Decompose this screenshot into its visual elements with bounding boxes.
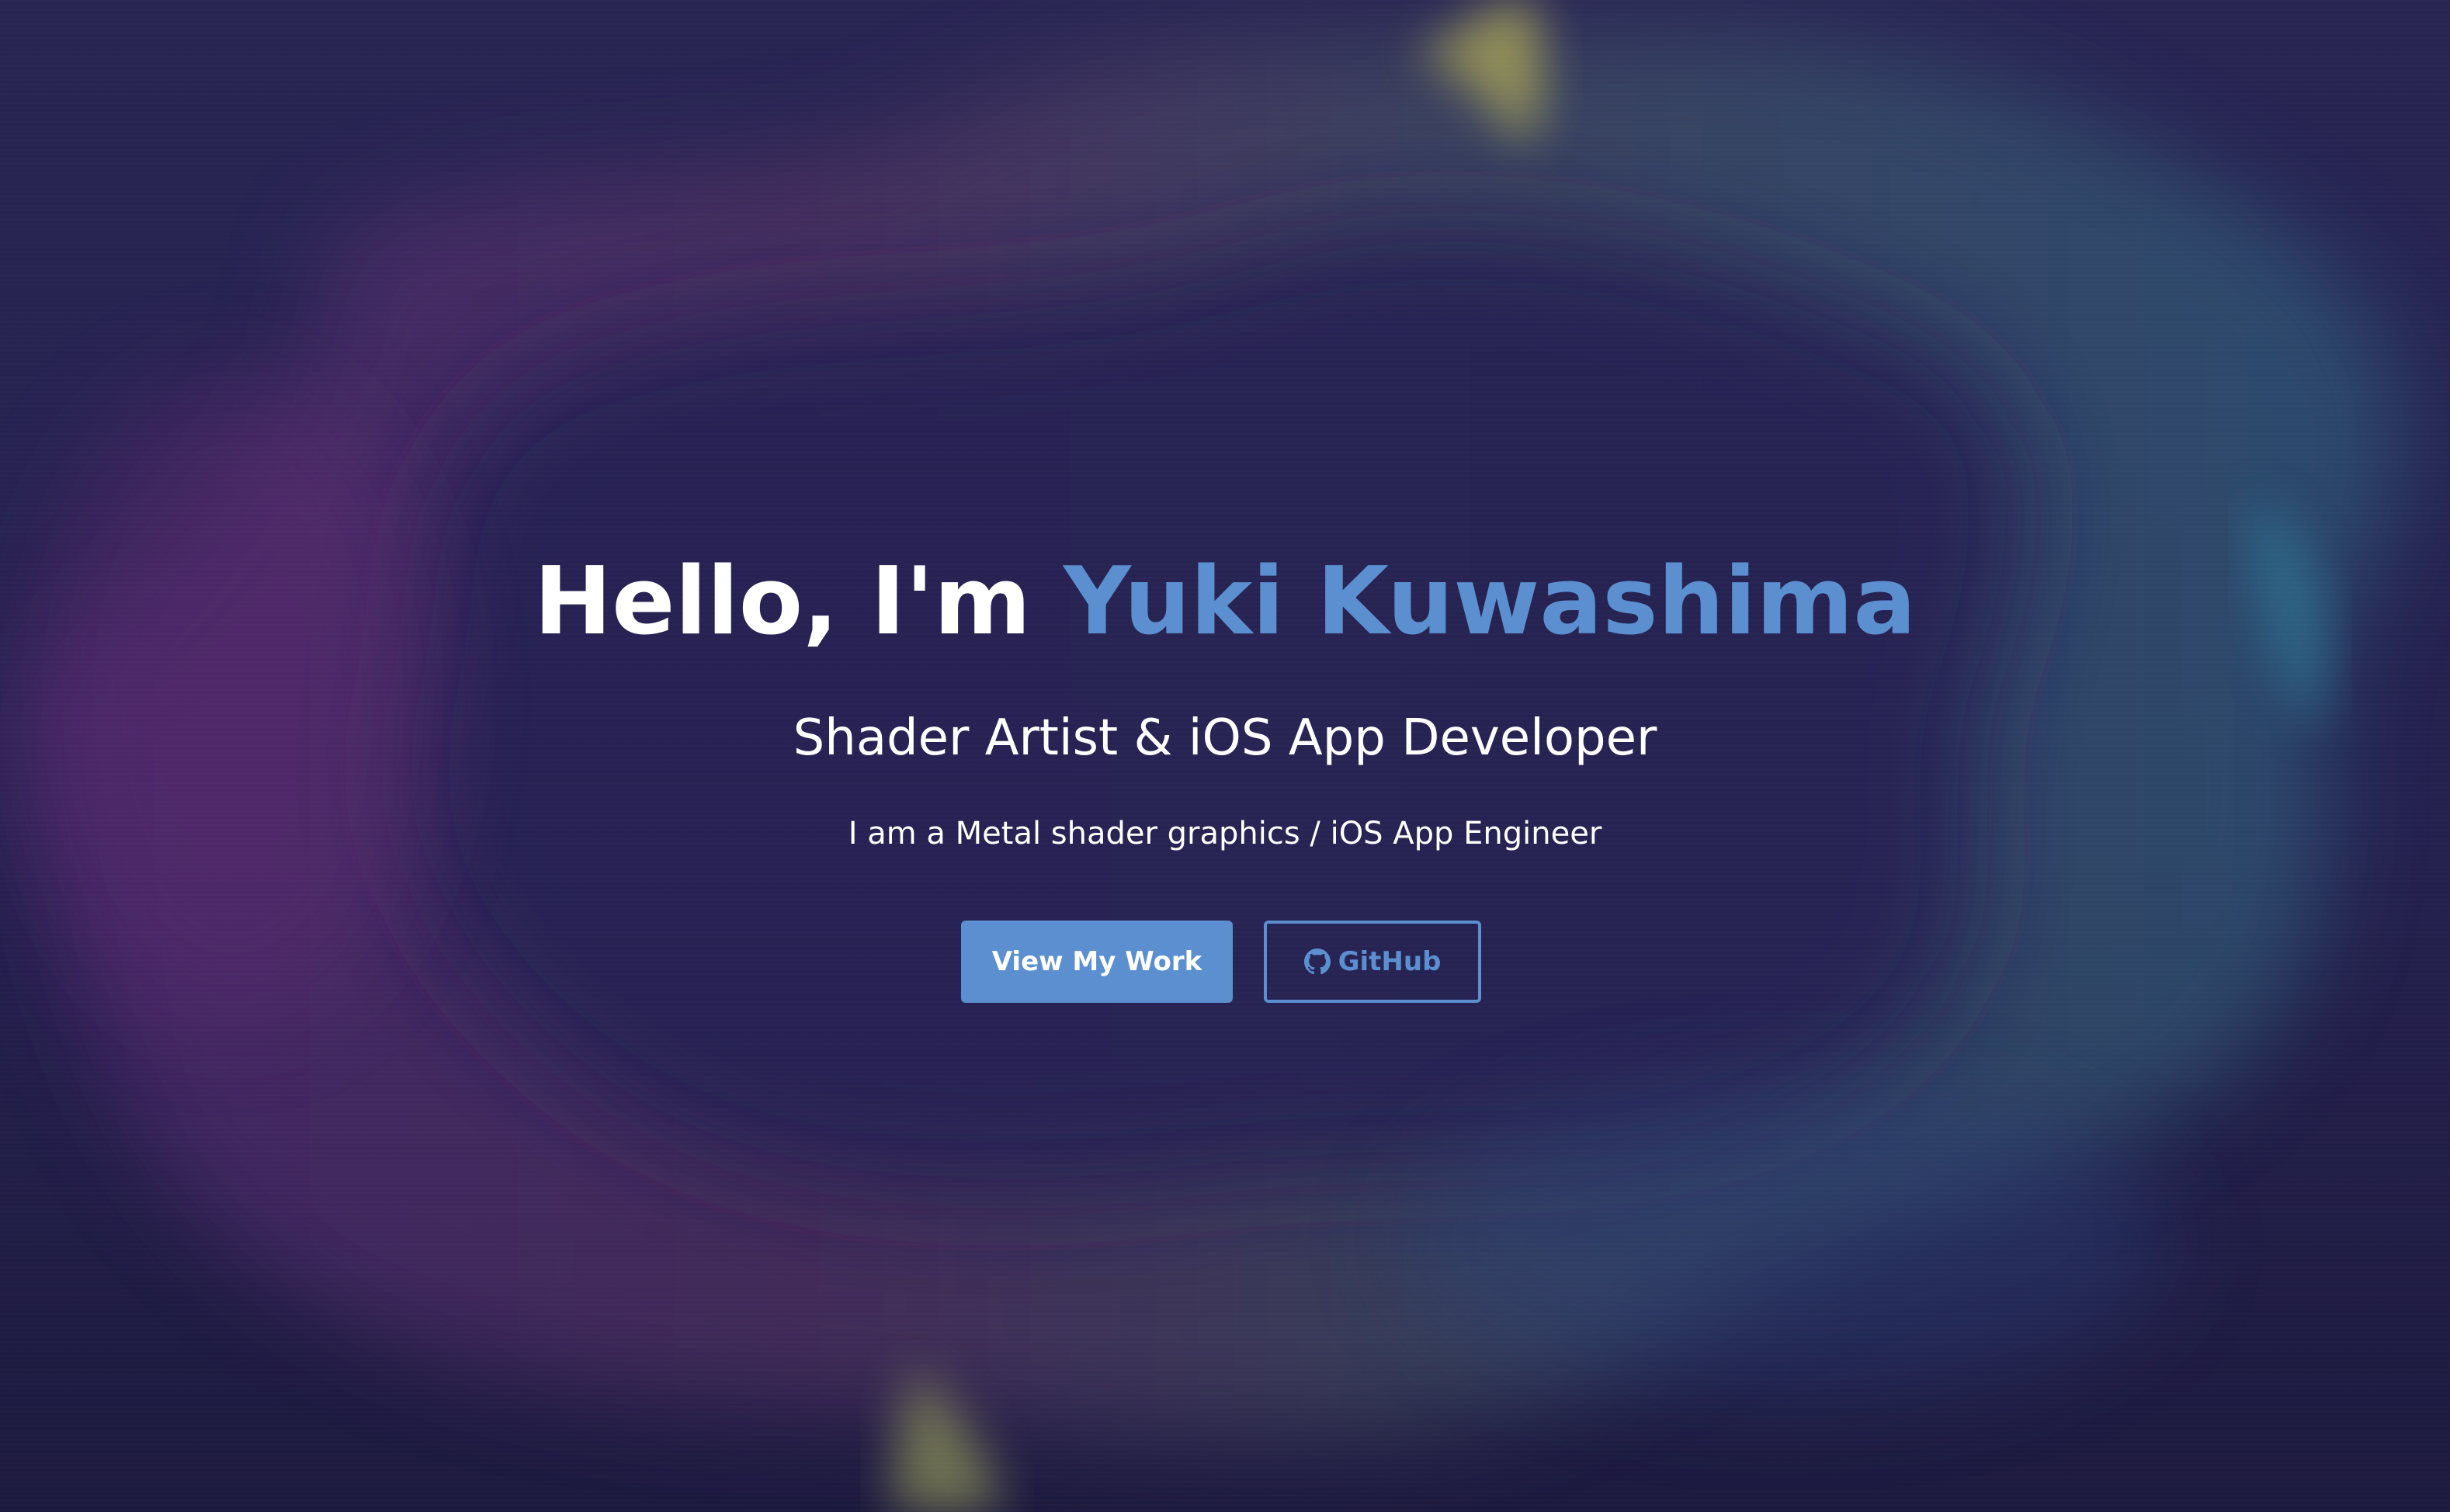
page-title: Hello, I'm Yuki Kuwashima <box>0 540 2450 664</box>
hero-content: Hello, I'm Yuki Kuwashima Shader Artist … <box>0 0 2450 1512</box>
tagline: I am a Metal shader graphics / iOS App E… <box>848 816 1602 851</box>
github-icon <box>1303 948 1331 975</box>
greeting-text: Hello, I'm <box>533 548 1064 656</box>
author-name: Yuki Kuwashima <box>1063 548 1917 656</box>
hero-section: Hello, I'm Yuki Kuwashima Shader Artist … <box>0 0 2450 1512</box>
github-label: GitHub <box>1338 946 1442 977</box>
role-subtitle: Shader Artist & iOS App Developer <box>793 709 1657 767</box>
view-my-work-label: View My Work <box>991 946 1202 977</box>
view-my-work-button[interactable]: View My Work <box>961 921 1233 1003</box>
github-button[interactable]: GitHub <box>1264 921 1481 1003</box>
